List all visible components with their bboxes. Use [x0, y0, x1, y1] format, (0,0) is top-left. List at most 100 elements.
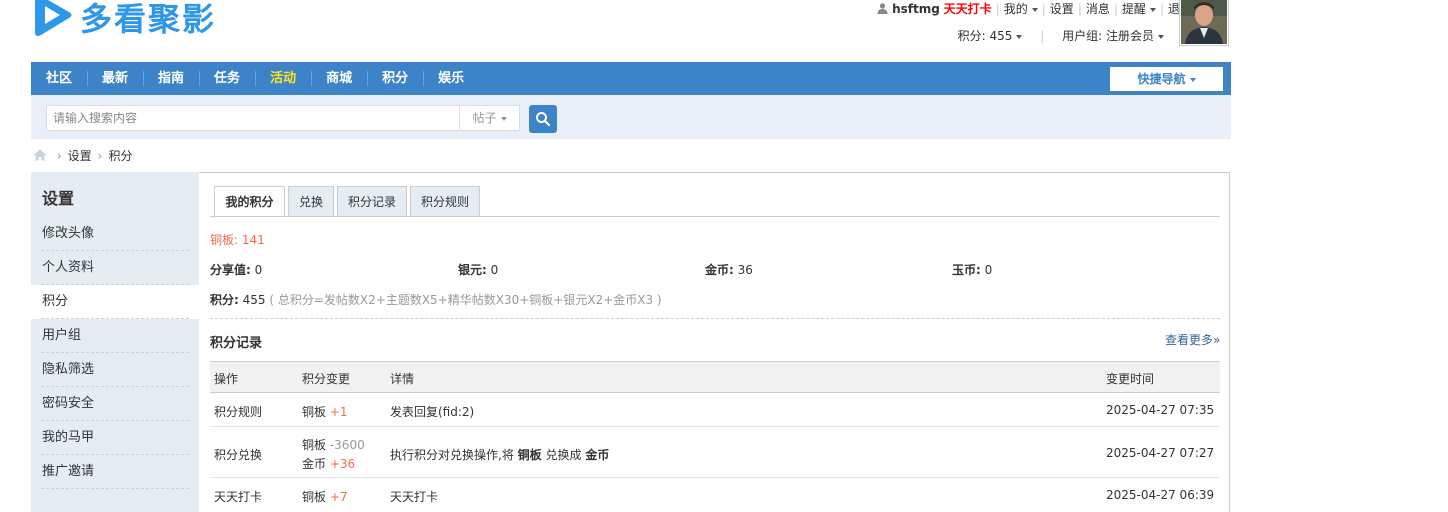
copper-credit: 铜板: 141 [210, 231, 265, 248]
jade-value: 0 [984, 263, 993, 277]
log-title: 积分记录 [210, 336, 263, 351]
sidebar-item[interactable]: 密码安全 [31, 387, 199, 421]
row1-action: 积分规则 [214, 405, 263, 419]
nav-item[interactable]: 活动 [255, 62, 311, 95]
change-name: 铜板 [302, 438, 327, 452]
sidebar-item[interactable]: 修改头像 [31, 217, 199, 251]
chevron-down-icon [1016, 34, 1023, 39]
search-button[interactable] [529, 105, 557, 133]
change-name: 铜板 [302, 405, 327, 419]
user-bar: hsftmg 天天打卡|我的|设置|消息|提醒|退出 [877, 0, 1192, 16]
change-delta: +36 [329, 457, 356, 471]
points-menu[interactable]: 积分: 455 [958, 29, 1023, 43]
row2-detail: 执行积分对兑换操作,将 铜板 兑换成 金币 [390, 446, 609, 463]
sidebar-title: 设置 [42, 189, 75, 208]
change-delta: +1 [329, 405, 348, 419]
sidebar-item[interactable]: 我的马甲 [31, 421, 199, 455]
logo-text[interactable]: 多看聚影 [80, 0, 216, 40]
chevron-down-icon [1149, 7, 1156, 12]
copper-value: 141 [241, 233, 265, 247]
row2-action: 积分兑换 [214, 448, 263, 462]
chevron-down-icon [1158, 34, 1164, 39]
header-detail: 详情 [390, 372, 415, 386]
avatar-image [1181, 0, 1227, 44]
row1-change: 铜板 +1 [302, 403, 348, 420]
breadcrumb-separator: › [56, 149, 62, 163]
detail-to: 金币 [585, 448, 610, 462]
my-menu[interactable]: 我的 [1004, 2, 1038, 16]
nav-item[interactable]: 指南 [143, 62, 199, 95]
change-name: 铜板 [302, 490, 327, 504]
quick-nav-button[interactable]: 快捷导航 [1110, 67, 1223, 91]
home-icon[interactable] [33, 149, 47, 161]
total-formula: ( 总积分=发帖数X2+主题数X5+精华帖数X30+铜板+银元X2+金币X3 ) [269, 293, 662, 307]
jade-credit: 玉币: 0 [952, 261, 992, 278]
usergroup-menu[interactable]: 用户组: 注册会员 [1062, 29, 1164, 43]
share-value: 0 [254, 263, 263, 277]
change-delta: -3600 [329, 438, 365, 452]
sidebar-item[interactable]: 推广邀请 [31, 455, 199, 489]
nav-item[interactable]: 任务 [199, 62, 255, 95]
jade-label: 玉币: [952, 263, 981, 277]
search-type-select[interactable]: 帖子 [459, 105, 520, 131]
username-link[interactable]: hsftmg [892, 2, 940, 16]
detail-mid: 兑换成 [545, 448, 582, 462]
header-change: 积分变更 [302, 372, 351, 386]
points-label: 积分: 455 [957, 29, 1013, 43]
row3-time: 2025-04-27 06:39 [1106, 488, 1215, 502]
header-time: 变更时间 [1106, 372, 1155, 386]
tab[interactable]: 积分记录 [337, 186, 407, 217]
breadcrumb-separator: › [97, 149, 103, 163]
change-delta: +7 [329, 490, 348, 504]
my-menu-label: 我的 [1003, 2, 1028, 16]
detail-from: 铜板 [517, 448, 542, 462]
quick-nav-label: 快捷导航 [1137, 72, 1186, 86]
checkin-link[interactable]: 天天打卡 [944, 2, 992, 16]
logo-play-icon [35, 0, 72, 36]
chevron-down-icon [1189, 77, 1196, 82]
nav-item[interactable]: 商城 [311, 62, 367, 95]
sidebar-item[interactable]: 隐私筛选 [31, 353, 199, 387]
search-input[interactable]: 请输入搜索内容 [46, 105, 459, 131]
tab[interactable]: 兑换 [288, 186, 334, 217]
breadcrumb-points[interactable]: 积分 [108, 149, 132, 163]
messages-link[interactable]: 消息 [1086, 2, 1110, 16]
search-type-label: 帖子 [472, 111, 497, 125]
total-credit: 积分: 455 ( 总积分=发帖数X2+主题数X5+精华帖数X30+铜板+银元X… [210, 291, 662, 308]
share-label: 分享值: [210, 263, 251, 277]
breadcrumb-settings[interactable]: 设置 [68, 149, 92, 163]
settings-link[interactable]: 设置 [1050, 2, 1074, 16]
sidebar-item[interactable]: 用户组 [31, 319, 199, 353]
tab[interactable]: 积分规则 [410, 186, 480, 217]
nav-item[interactable]: 积分 [367, 62, 423, 95]
tab-divider [210, 216, 1220, 217]
total-value: 455 [242, 293, 266, 307]
copper-label: 铜板: [210, 233, 239, 247]
gold-value: 36 [737, 263, 753, 277]
row3-change: 铜板 +7 [302, 488, 348, 505]
usergroup-label: 用户组: 注册会员 [1062, 29, 1154, 43]
avatar[interactable] [1179, 0, 1229, 46]
row1-detail: 发表回复(fid:2) [390, 405, 475, 419]
silver-label: 银元: [458, 263, 487, 277]
tab[interactable]: 我的积分 [214, 186, 285, 217]
chevron-down-icon [1031, 7, 1038, 12]
search-icon [536, 112, 551, 127]
gold-credit: 金币: 36 [705, 261, 753, 278]
chevron-down-icon [500, 116, 507, 121]
row2-time: 2025-04-27 07:27 [1106, 446, 1215, 460]
row2-change1: 铜板 -3600 [302, 436, 365, 453]
nav-item[interactable]: 社区 [31, 62, 87, 95]
sidebar-item[interactable]: 个人资料 [31, 251, 199, 285]
gold-label: 金币: [705, 263, 734, 277]
nav-item[interactable]: 娱乐 [423, 62, 479, 95]
view-more-link[interactable]: 查看更多» [1165, 331, 1220, 348]
nav-item[interactable]: 最新 [87, 62, 143, 95]
table-header [210, 361, 1220, 393]
row-divider [210, 426, 1220, 427]
reminders-label: 提醒 [1121, 2, 1146, 16]
reminders-menu[interactable]: 提醒 [1122, 2, 1156, 16]
sidebar-item[interactable]: 积分 [31, 285, 199, 319]
section-divider [210, 318, 1220, 319]
header-action: 操作 [214, 372, 239, 386]
